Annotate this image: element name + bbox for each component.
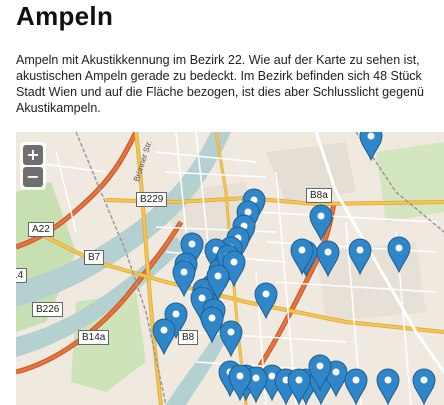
road-label-a22: A22 <box>28 222 54 237</box>
paragraph-line: Akustikampeln. <box>16 101 101 115</box>
road-label-b14a: B14a <box>78 330 110 345</box>
map-tiles <box>16 132 444 405</box>
zoom-out-button[interactable]: − <box>23 167 43 187</box>
paragraph-line: akustischen Ampeln gerade zu bedeckt. Im… <box>16 69 422 83</box>
paragraph-line: Stadt Wien und auf die Fläche bezogen, i… <box>16 85 424 99</box>
intro-paragraph: Ampeln mit Akustikkennung im Bezirk 22. … <box>16 52 444 116</box>
map-view[interactable]: + − B229 B8a A22 B7 14 B226 B14a B8 Brün… <box>16 132 444 405</box>
page-title: Ampeln <box>16 1 114 31</box>
zoom-control: + − <box>20 142 46 190</box>
zoom-in-button[interactable]: + <box>23 145 43 165</box>
road-label-b226: B226 <box>32 302 64 317</box>
road-label-14: 14 <box>16 268 28 283</box>
paragraph-line: Ampeln mit Akustikkennung im Bezirk 22. … <box>16 53 420 67</box>
road-label-b8: B8 <box>178 330 199 345</box>
road-label-b229: B229 <box>136 192 168 207</box>
road-label-b7: B7 <box>84 250 105 265</box>
road-label-b8a: B8a <box>306 188 332 203</box>
